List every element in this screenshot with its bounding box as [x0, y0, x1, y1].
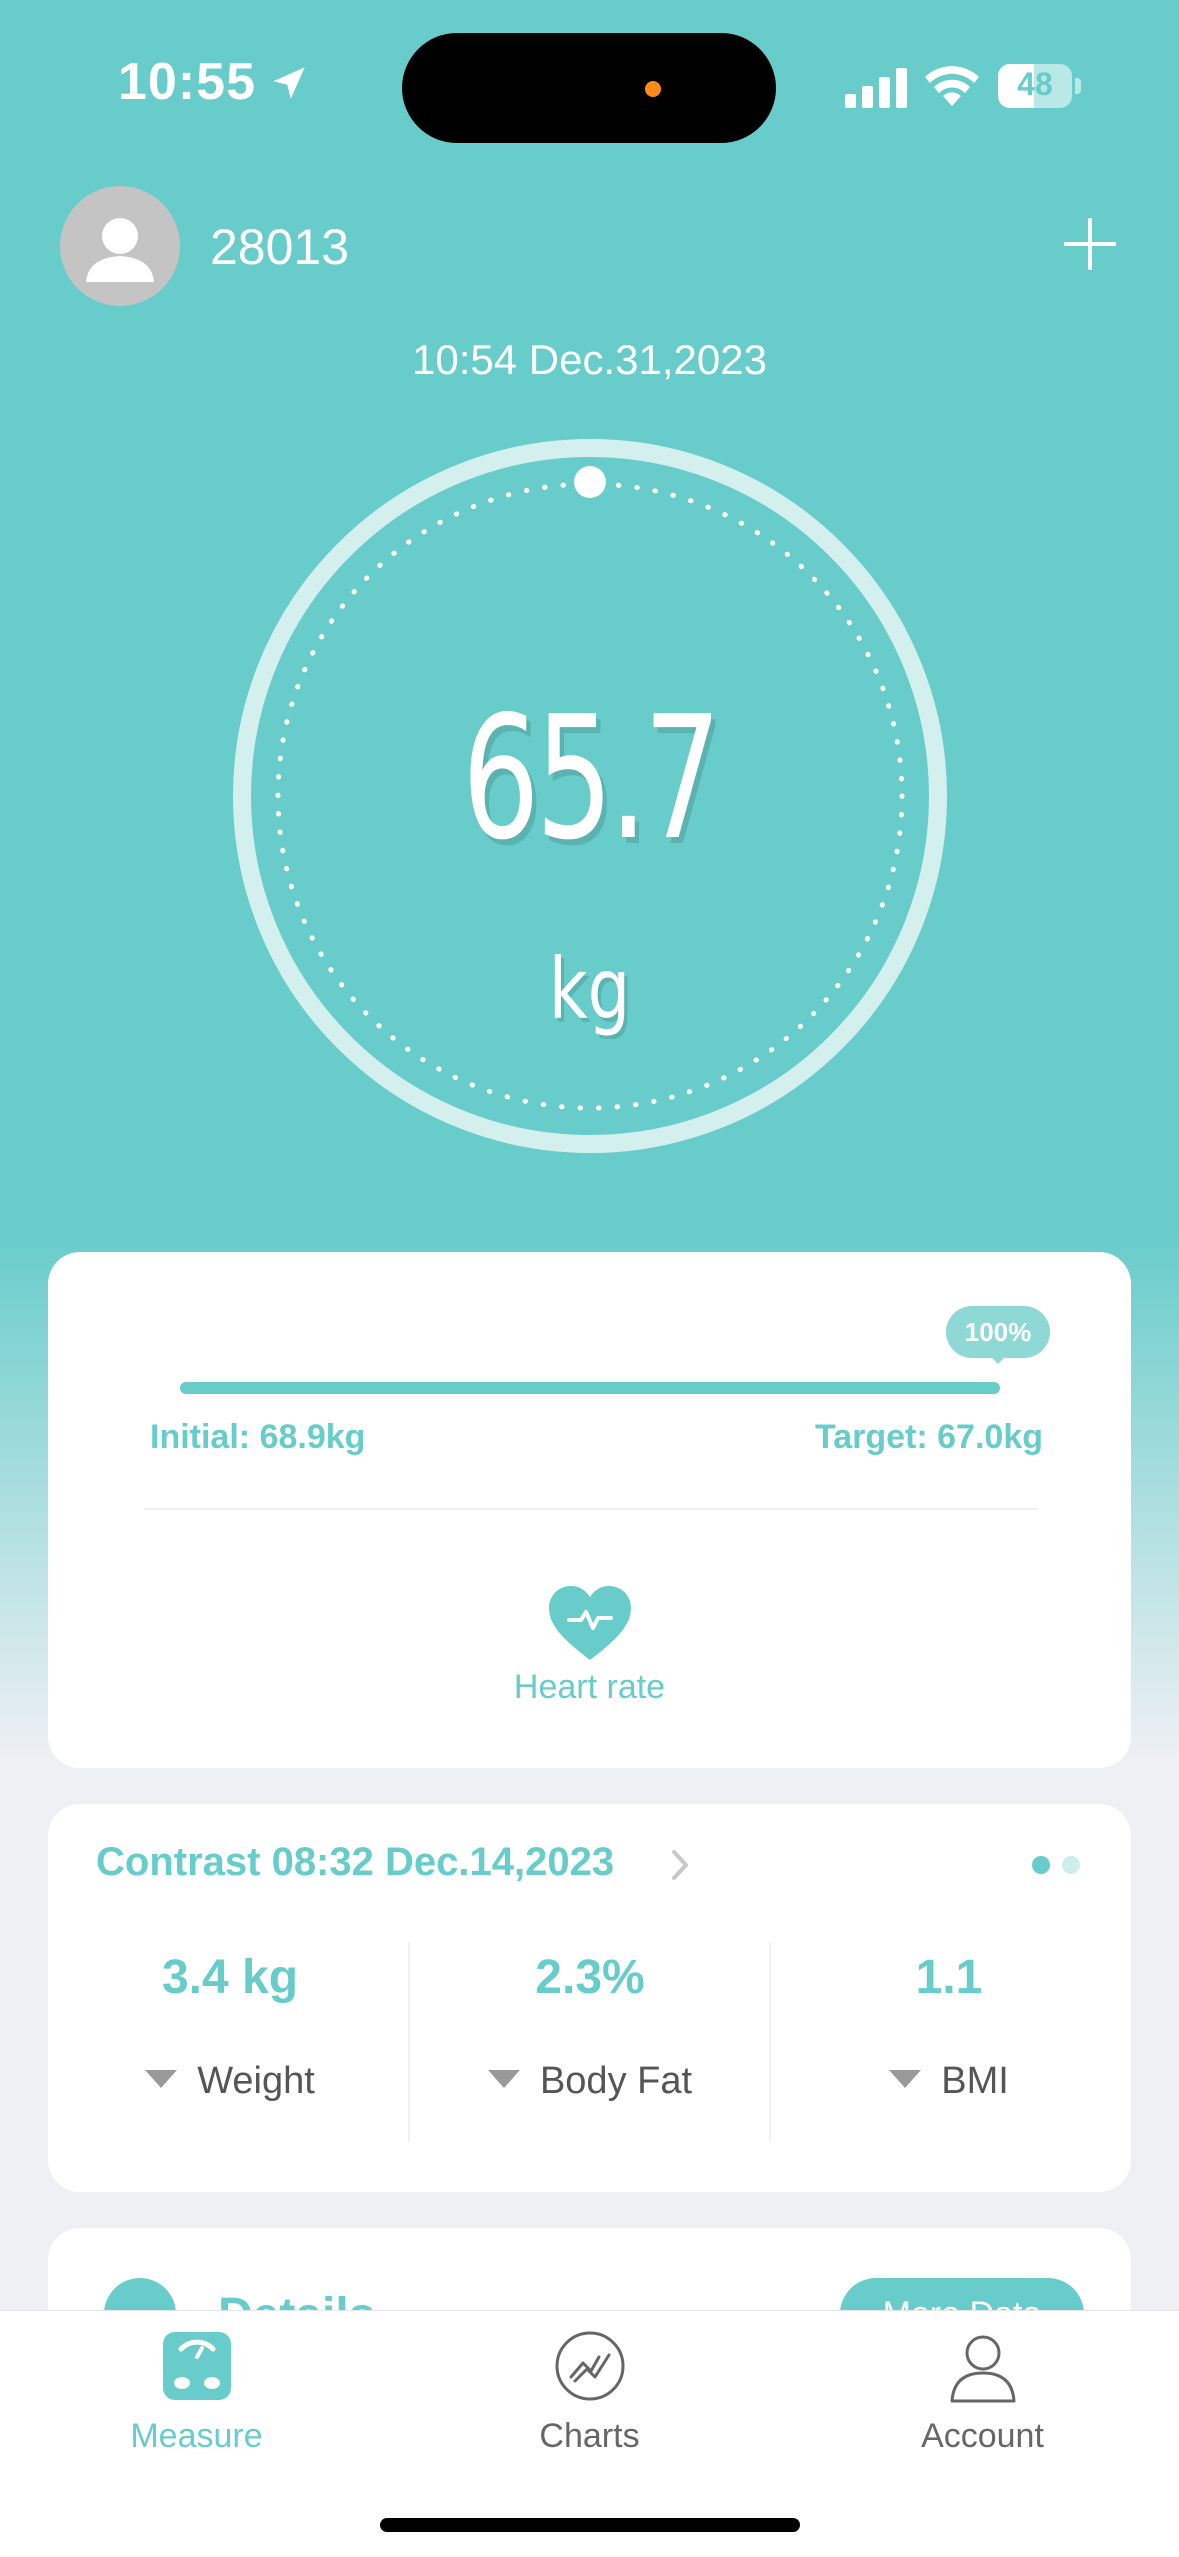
contrast-body-fat-label: Body Fat: [539, 2060, 693, 2102]
person-silhouette-icon: [86, 218, 154, 282]
add-icon[interactable]: [1058, 212, 1122, 276]
contrast-body-fat-value: 2.3%: [535, 1951, 645, 2004]
heart-rate-icon[interactable]: [547, 1584, 633, 1662]
goal-progress-bar: [180, 1382, 1000, 1394]
decrease-arrow-icon: [487, 2069, 520, 2088]
recording-indicator-icon: [645, 81, 661, 97]
divider: [144, 1508, 1038, 1510]
wifi-icon: [925, 66, 979, 106]
goal-progress-fill: [180, 1382, 1000, 1394]
contrast-title[interactable]: Contrast 08:32 Dec.14,2023: [96, 1840, 614, 1885]
page-dot-active: [1032, 1856, 1050, 1874]
weight-value: 65.7: [461, 680, 722, 878]
contrast-bmi-value: 1.1: [915, 1951, 983, 2004]
weight-unit: kg: [548, 940, 631, 1038]
tab-charts-label: Charts: [539, 2417, 640, 2455]
gauge-indicator: [574, 466, 606, 498]
status-time: 10:55: [118, 53, 256, 111]
heart-rate-label[interactable]: Heart rate: [48, 1668, 1131, 1707]
tab-account-label: Account: [921, 2417, 1044, 2455]
tab-account[interactable]: Account: [786, 2311, 1179, 2471]
user-avatar[interactable]: [60, 186, 180, 306]
initial-weight: Initial: 68.9kg: [150, 1418, 366, 1456]
location-arrow-icon: [273, 67, 305, 99]
chevron-right-icon[interactable]: [670, 1846, 692, 1884]
contrast-weight: 3.4 kg Weight: [50, 1932, 410, 2162]
username[interactable]: 28013: [210, 218, 349, 276]
contrast-card: Contrast 08:32 Dec.14,2023 3.4 kg Weight…: [48, 1804, 1131, 2192]
person-icon: [950, 2335, 1016, 2403]
home-indicator[interactable]: [380, 2518, 800, 2532]
dynamic-island: [402, 33, 776, 143]
battery-icon: 48: [998, 64, 1081, 108]
goal-progress-card: 100% Initial: 68.9kg Target: 67.0kg Hear…: [48, 1252, 1131, 1768]
target-weight[interactable]: Target: 67.0kg: [815, 1418, 1043, 1457]
contrast-weight-label: Weight: [197, 2060, 315, 2102]
page-dot-inactive: [1062, 1856, 1080, 1874]
scale-icon: [163, 2332, 231, 2400]
tab-measure[interactable]: Measure: [0, 2311, 393, 2471]
tab-charts[interactable]: Charts: [393, 2311, 786, 2471]
battery-percent: 48: [1017, 66, 1053, 102]
contrast-bmi: 1.1 BMI: [769, 1932, 1129, 2162]
contrast-body-fat: 2.3% Body Fat: [410, 1932, 770, 2162]
cellular-signal-icon: [845, 68, 907, 108]
tab-measure-label: Measure: [130, 2417, 263, 2455]
measurement-datetime: 10:54 Dec.31,2023: [412, 336, 767, 383]
decrease-arrow-icon: [145, 2069, 178, 2088]
contrast-weight-value: 3.4 kg: [161, 1951, 299, 2004]
decrease-arrow-icon: [889, 2069, 922, 2088]
chart-icon: [555, 2331, 625, 2401]
contrast-bmi-label: BMI: [941, 2060, 1009, 2102]
progress-badge: 100%: [946, 1306, 1050, 1358]
status-bar: 10:55 48: [0, 0, 1179, 170]
